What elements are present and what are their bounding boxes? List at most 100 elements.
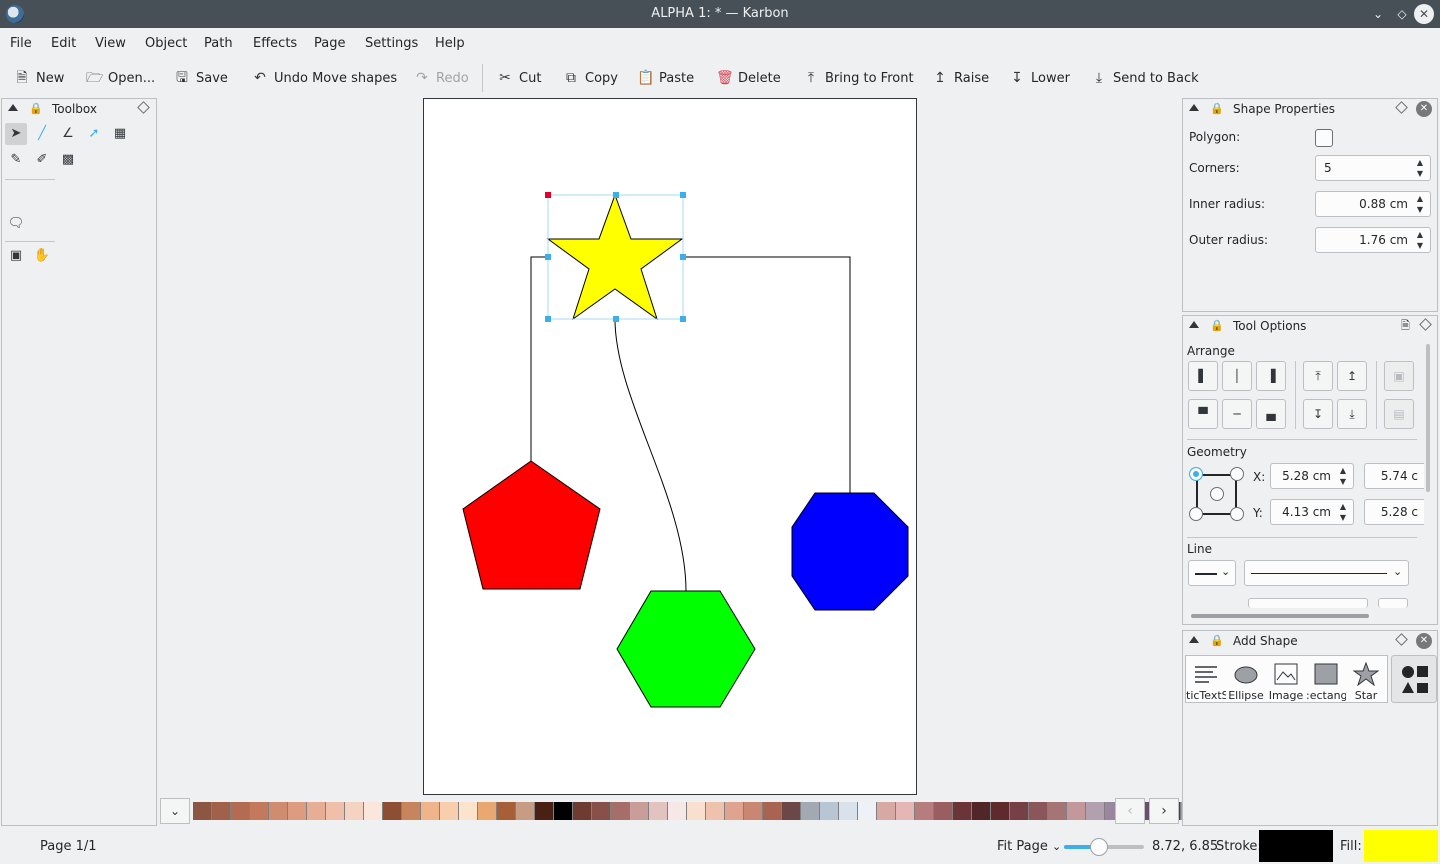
color-swatch[interactable] bbox=[858, 802, 877, 820]
redo-button[interactable]: ↷ Redo bbox=[414, 68, 469, 88]
new-button[interactable]: 🗎 New bbox=[14, 68, 64, 88]
color-swatch[interactable] bbox=[934, 802, 953, 820]
close-docker-icon[interactable]: ✕ bbox=[1416, 101, 1432, 117]
menu-object[interactable]: Object bbox=[145, 36, 187, 51]
color-swatch[interactable] bbox=[687, 802, 706, 820]
width-spinbox[interactable]: 5.74 c bbox=[1364, 463, 1424, 489]
color-swatch[interactable] bbox=[1048, 802, 1067, 820]
path-edit-tool-icon[interactable]: ∠ bbox=[57, 123, 79, 145]
fill-color-swatch[interactable] bbox=[1364, 830, 1438, 862]
menu-help[interactable]: Help bbox=[435, 36, 465, 51]
connector-to-hexagon[interactable] bbox=[614, 318, 687, 592]
spin-up-icon[interactable]: ▲ bbox=[1337, 466, 1349, 476]
color-swatch[interactable] bbox=[1029, 802, 1048, 820]
lock-icon[interactable]: 🔒 bbox=[1210, 319, 1224, 332]
float-icon[interactable] bbox=[137, 101, 150, 114]
anchor-center[interactable] bbox=[1210, 487, 1224, 501]
zoom-slider[interactable] bbox=[1064, 838, 1144, 856]
color-swatch[interactable] bbox=[877, 802, 896, 820]
align-center-h-icon[interactable]: │ bbox=[1222, 361, 1252, 391]
color-swatch[interactable] bbox=[440, 802, 459, 820]
outer-radius-spinbox[interactable]: 1.76 cm ▲ ▼ bbox=[1315, 227, 1431, 253]
collapse-arrow-icon[interactable] bbox=[1189, 321, 1199, 328]
send-to-back-button[interactable]: ⤓ Send to Back bbox=[1091, 68, 1199, 88]
color-swatch[interactable] bbox=[1067, 802, 1086, 820]
color-swatch[interactable] bbox=[383, 802, 402, 820]
float-icon[interactable] bbox=[1419, 318, 1432, 331]
color-swatch[interactable] bbox=[402, 802, 421, 820]
calligraphy-tool-icon[interactable]: ✐ bbox=[31, 149, 53, 171]
minimize-icon[interactable]: ⌄ bbox=[1368, 4, 1388, 24]
color-swatch[interactable] bbox=[706, 802, 725, 820]
ungroup-icon[interactable]: ▤ bbox=[1384, 399, 1414, 429]
color-swatch[interactable] bbox=[478, 802, 497, 820]
anchor-top-right[interactable] bbox=[1230, 467, 1244, 481]
align-bottom-icon[interactable]: ▄ bbox=[1256, 399, 1286, 429]
bring-to-front-icon[interactable]: ⤒ bbox=[1303, 361, 1333, 391]
anchor-bottom-right[interactable] bbox=[1230, 507, 1244, 521]
undo-button[interactable]: ↶ Undo Move shapes bbox=[252, 68, 397, 88]
comment-tool-icon[interactable]: 🗨 bbox=[5, 213, 27, 235]
maximize-icon[interactable]: ◇ bbox=[1392, 4, 1412, 24]
color-swatch[interactable] bbox=[953, 802, 972, 820]
shape-collections-button[interactable] bbox=[1391, 655, 1437, 703]
line-style-combo[interactable]: ⌄ bbox=[1244, 560, 1409, 586]
color-swatch[interactable] bbox=[763, 802, 782, 820]
collapse-arrow-icon[interactable] bbox=[1189, 636, 1199, 643]
color-swatch[interactable] bbox=[725, 802, 744, 820]
anchor-top-left[interactable] bbox=[1189, 467, 1203, 481]
handle-top[interactable] bbox=[613, 192, 619, 198]
spin-down-icon[interactable]: ▼ bbox=[1414, 169, 1426, 179]
color-swatch[interactable] bbox=[326, 802, 345, 820]
select-tool-icon[interactable]: ➤ bbox=[5, 123, 27, 145]
spin-up-icon[interactable]: ▲ bbox=[1337, 502, 1349, 512]
horizontal-scrollbar[interactable] bbox=[1191, 614, 1369, 618]
color-swatch[interactable] bbox=[801, 802, 820, 820]
shape-item-ellipse[interactable]: Ellipse bbox=[1226, 659, 1266, 705]
color-swatch[interactable] bbox=[250, 802, 269, 820]
color-swatch[interactable] bbox=[915, 802, 934, 820]
collapse-arrow-icon[interactable] bbox=[1189, 104, 1199, 111]
grid-tool-icon[interactable]: ▦ bbox=[109, 123, 131, 145]
spin-up-icon[interactable]: ▲ bbox=[1414, 194, 1426, 204]
connector-to-octagon[interactable] bbox=[682, 256, 851, 494]
color-swatch[interactable] bbox=[269, 802, 288, 820]
color-swatch[interactable] bbox=[668, 802, 687, 820]
color-swatch[interactable] bbox=[459, 802, 478, 820]
lock-icon[interactable]: 🔒 bbox=[29, 102, 43, 115]
collapse-arrow-icon[interactable] bbox=[8, 104, 18, 111]
color-swatch[interactable] bbox=[288, 802, 307, 820]
raise-button[interactable]: ↥ Raise bbox=[932, 68, 989, 88]
pencil-tool-icon[interactable]: ✎ bbox=[5, 149, 27, 171]
spin-down-icon[interactable]: ▼ bbox=[1414, 205, 1426, 215]
color-swatch[interactable] bbox=[991, 802, 1010, 820]
color-swatch[interactable] bbox=[364, 802, 383, 820]
color-swatch[interactable] bbox=[972, 802, 991, 820]
menu-edit[interactable]: Edit bbox=[51, 36, 76, 51]
menu-path[interactable]: Path bbox=[204, 36, 233, 51]
palette-prev-button[interactable]: ‹ bbox=[1115, 798, 1145, 824]
align-left-icon[interactable]: ▌ bbox=[1188, 361, 1218, 391]
stroke-color-swatch[interactable] bbox=[1259, 830, 1333, 862]
palette-next-button[interactable]: › bbox=[1149, 798, 1179, 824]
color-swatch[interactable] bbox=[744, 802, 763, 820]
color-swatch[interactable] bbox=[649, 802, 668, 820]
menu-effects[interactable]: Effects bbox=[253, 36, 297, 51]
new-document-icon[interactable]: 🗎 bbox=[1401, 319, 1415, 332]
color-swatch[interactable] bbox=[896, 802, 915, 820]
line-tool-icon[interactable]: ╱ bbox=[31, 123, 53, 145]
handle-top-right[interactable] bbox=[680, 192, 686, 198]
drawing-canvas[interactable] bbox=[424, 99, 918, 796]
inner-radius-spinbox[interactable]: 0.88 cm ▲ ▼ bbox=[1315, 191, 1431, 217]
spin-down-icon[interactable]: ▼ bbox=[1337, 513, 1349, 523]
color-swatch[interactable] bbox=[554, 802, 573, 820]
lower-button[interactable]: ↧ Lower bbox=[1009, 68, 1070, 88]
align-top-icon[interactable]: ▀ bbox=[1188, 399, 1218, 429]
close-window-icon[interactable]: ✕ bbox=[1414, 4, 1434, 24]
open-button[interactable]: 🗁 Open... bbox=[86, 68, 155, 88]
color-swatch[interactable] bbox=[1010, 802, 1029, 820]
partial-combo[interactable] bbox=[1248, 598, 1368, 608]
float-icon[interactable] bbox=[1395, 101, 1408, 114]
color-swatch[interactable] bbox=[592, 802, 611, 820]
partial-combo[interactable] bbox=[1378, 598, 1408, 608]
